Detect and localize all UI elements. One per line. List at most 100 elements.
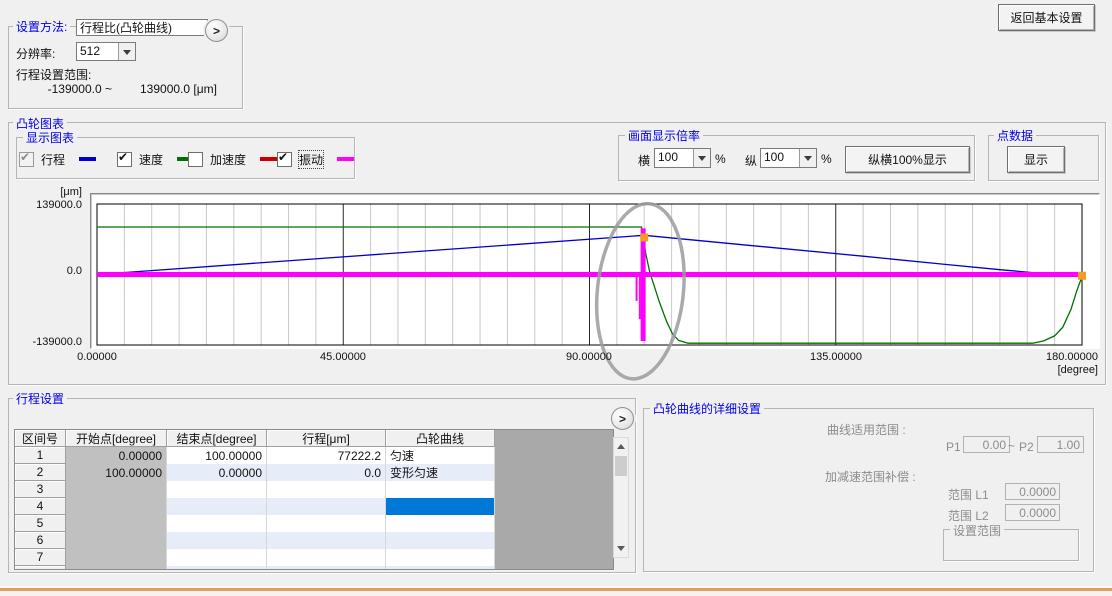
row-number-cell[interactable]: 6 xyxy=(15,532,66,549)
check-icon: ✔ xyxy=(118,150,128,164)
table-cell[interactable] xyxy=(66,481,167,498)
row-number-cell[interactable]: 7 xyxy=(15,549,66,566)
dropdown-arrow-icon[interactable] xyxy=(693,149,710,167)
checkbox-振动[interactable]: ✔ xyxy=(277,152,292,167)
table-cell[interactable] xyxy=(167,532,267,549)
resolution-dropdown[interactable]: 512 xyxy=(76,42,136,61)
table-cell[interactable] xyxy=(66,532,167,549)
table-cell[interactable]: 77222.2 xyxy=(267,447,386,464)
row-number-cell[interactable]: 2 xyxy=(15,464,66,481)
point-marker xyxy=(640,233,648,241)
table-cell[interactable]: 100.00000 xyxy=(66,464,167,481)
table-cell[interactable] xyxy=(267,481,386,498)
horizontal-zoom-value: 100 xyxy=(655,149,693,167)
horizontal-label: 横 xyxy=(638,152,650,169)
dropdown-arrow-icon[interactable] xyxy=(118,43,135,60)
stroke-setting-expand-icon[interactable]: > xyxy=(611,407,634,430)
table-cell[interactable] xyxy=(267,549,386,566)
checkbox-label: 行程 xyxy=(41,151,65,168)
scroll-down-icon[interactable] xyxy=(614,541,628,556)
table-cell[interactable] xyxy=(167,481,267,498)
x-tick-135: 135.00000 xyxy=(803,351,869,363)
table-cell[interactable] xyxy=(66,549,167,566)
y-tick-zero: 0.0 xyxy=(0,265,82,277)
vertical-percent-label: % xyxy=(821,152,832,166)
row-number-cell[interactable] xyxy=(15,566,66,569)
vertical-label: 纵 xyxy=(745,152,757,169)
dropdown-arrow-icon[interactable] xyxy=(799,149,816,167)
y-tick-min: -139000.0 xyxy=(0,336,82,348)
column-header[interactable]: 行程[μm] xyxy=(267,430,386,447)
table-cell[interactable] xyxy=(386,498,495,515)
column-header[interactable]: 凸轮曲线 xyxy=(386,430,495,447)
fit-100-percent-button[interactable]: 纵横100%显示 xyxy=(845,146,970,173)
display-item-2: ✔ 速度 xyxy=(117,149,194,169)
horizontal-zoom-dropdown[interactable]: 100 xyxy=(654,148,711,168)
display-item-1: ✔ 行程 xyxy=(19,149,96,169)
range-l1-label: 范围 L1 xyxy=(948,486,989,503)
tilde-label: ~ xyxy=(1008,439,1015,453)
x-axis-unit: [degree] xyxy=(1032,364,1098,376)
checkbox-速度[interactable]: ✔ xyxy=(117,152,132,167)
scrollbar-thumb[interactable] xyxy=(615,456,627,476)
p1-field[interactable]: 0.00 xyxy=(963,436,1010,453)
horizontal-percent-label: % xyxy=(715,152,726,166)
row-number-cell[interactable]: 4 xyxy=(15,498,66,515)
column-header[interactable]: 结束点[degree] xyxy=(167,430,267,447)
table-vertical-scrollbar[interactable] xyxy=(613,437,629,558)
checkbox-label: 速度 xyxy=(139,151,163,168)
checkbox-行程[interactable]: ✔ xyxy=(19,152,34,167)
setting-method-expand-icon[interactable]: > xyxy=(205,19,228,42)
scroll-up-icon[interactable] xyxy=(614,439,628,454)
point-data-show-button[interactable]: 显示 xyxy=(1007,146,1065,173)
column-header[interactable]: 区间号 xyxy=(15,430,66,447)
display-chart-caption: 显示图表 xyxy=(23,129,77,146)
checkbox-label: 振动 xyxy=(299,151,323,168)
cam-data-setting-window: 返回基本设置 设置方法: 行程比(凸轮曲线) > 分辨率: 512 行程设置范围… xyxy=(0,0,1112,596)
table-filler-area xyxy=(495,430,613,569)
table-cell[interactable] xyxy=(386,515,495,532)
range-l2-field[interactable]: 0.0000 xyxy=(1005,504,1060,521)
table-cell[interactable] xyxy=(66,566,167,569)
table-cell[interactable] xyxy=(267,532,386,549)
display-item-4: ✔ 振动 xyxy=(277,149,354,169)
table-cell[interactable] xyxy=(386,481,495,498)
table-cell[interactable]: 变形匀速 xyxy=(386,464,495,481)
checkbox-加速度[interactable] xyxy=(188,152,203,167)
setting-method-field[interactable]: 行程比(凸轮曲线) xyxy=(76,19,208,36)
table-cell[interactable] xyxy=(386,532,495,549)
accel-compensation-label: 加减速范围补偿 : xyxy=(825,468,916,485)
bottom-edge-base xyxy=(0,591,1112,596)
vertical-zoom-dropdown[interactable]: 100 xyxy=(760,148,817,168)
curve-range-label: 曲线适用范围 : xyxy=(827,421,906,438)
point-marker xyxy=(1078,272,1086,280)
table-cell[interactable] xyxy=(167,549,267,566)
table-cell[interactable] xyxy=(167,498,267,515)
column-header[interactable]: 开始点[degree] xyxy=(66,430,167,447)
table-cell[interactable] xyxy=(386,566,495,569)
p2-field[interactable]: 1.00 xyxy=(1037,436,1084,453)
row-number-cell[interactable]: 1 xyxy=(15,447,66,464)
table-cell[interactable]: 0.0 xyxy=(267,464,386,481)
point-data-caption: 点数据 xyxy=(994,127,1036,144)
x-tick-180: 180.00000 xyxy=(1032,351,1098,363)
row-number-cell[interactable]: 5 xyxy=(15,515,66,532)
stroke-setting-table: 区间号开始点[degree]结束点[degree]行程[μm]凸轮曲线 10.0… xyxy=(14,429,614,570)
table-cell[interactable] xyxy=(167,515,267,532)
table-cell[interactable] xyxy=(66,498,167,515)
table-cell[interactable]: 100.00000 xyxy=(167,447,267,464)
table-cell[interactable] xyxy=(267,566,386,569)
range-l1-field[interactable]: 0.0000 xyxy=(1005,483,1060,500)
table-cell[interactable]: 0.00000 xyxy=(66,447,167,464)
table-cell[interactable]: 匀速 xyxy=(386,447,495,464)
table-cell[interactable] xyxy=(267,515,386,532)
table-cell[interactable] xyxy=(267,498,386,515)
table-cell[interactable] xyxy=(386,549,495,566)
table-cell[interactable] xyxy=(66,515,167,532)
table-cell[interactable] xyxy=(167,566,267,569)
table-cell[interactable]: 0.00000 xyxy=(167,464,267,481)
stroke-range-label: 行程设置范围: xyxy=(16,66,91,83)
series-color-swatch xyxy=(260,157,277,161)
row-number-cell[interactable]: 3 xyxy=(15,481,66,498)
back-to-basic-settings-button[interactable]: 返回基本设置 xyxy=(998,4,1095,31)
